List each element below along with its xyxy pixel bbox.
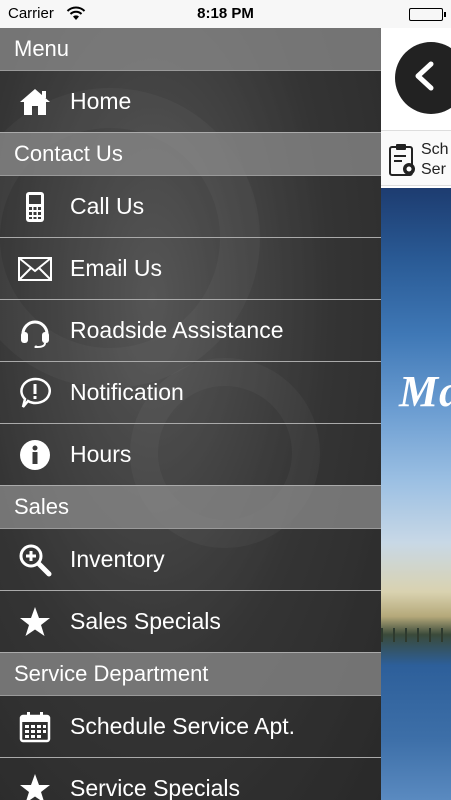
- section-header-contact-us: Contact Us: [0, 133, 381, 176]
- alert-bubble-icon: [0, 377, 70, 409]
- drawer-item-label: Sales Specials: [70, 608, 221, 634]
- drawer-item-hours[interactable]: Hours: [0, 424, 381, 486]
- envelope-icon: [0, 256, 70, 281]
- info-icon: [0, 439, 70, 471]
- hero-brand-text: Ma: [399, 367, 451, 416]
- home-icon: [0, 87, 70, 117]
- drawer-item-notification[interactable]: Notification: [0, 362, 381, 424]
- star-icon: [0, 606, 70, 638]
- drawer-item-call-us[interactable]: Call Us: [0, 176, 381, 238]
- chevron-left-icon: [413, 61, 435, 96]
- clipboard-gear-icon: [387, 143, 417, 182]
- schedule-service-shortcut[interactable]: Sch Ser: [381, 130, 451, 186]
- drawer-item-label: Hours: [70, 441, 132, 467]
- drawer-item-schedule-service[interactable]: Schedule Service Apt.: [0, 696, 381, 758]
- drawer-item-service-specials[interactable]: Service Specials: [0, 758, 381, 800]
- drawer-item-label: Service Specials: [70, 775, 241, 800]
- drawer-item-home[interactable]: Home: [0, 71, 381, 133]
- hero-banner: Ma: [381, 188, 451, 800]
- back-button[interactable]: [395, 42, 451, 114]
- status-bar: Carrier 8:18 PM: [0, 0, 451, 28]
- drawer-item-label: Roadside Assistance: [70, 317, 284, 343]
- drawer-item-roadside-assistance[interactable]: Roadside Assistance: [0, 300, 381, 362]
- drawer-item-inventory[interactable]: Inventory: [0, 529, 381, 591]
- headset-icon: [0, 314, 70, 348]
- magnifier-plus-icon: [0, 543, 70, 577]
- main-content-peek: Sch Ser Ma: [381, 28, 451, 800]
- drawer-item-sales-specials[interactable]: Sales Specials: [0, 591, 381, 653]
- section-header-menu: Menu: [0, 28, 381, 71]
- drawer-item-label: Call Us: [70, 193, 145, 219]
- drawer-item-label: Inventory: [70, 546, 165, 572]
- hero-fence-decoration: [381, 628, 451, 642]
- clock: 8:18 PM: [197, 5, 254, 22]
- drawer-item-label: Schedule Service Apt.: [70, 713, 296, 739]
- section-header-service-department: Service Department: [0, 653, 381, 696]
- drawer-item-label: Home: [70, 88, 132, 114]
- drawer-item-label: Notification: [70, 379, 184, 405]
- battery-icon: [409, 8, 446, 21]
- star-icon: [0, 773, 70, 800]
- schedule-shortcut-line1: Sch: [421, 141, 449, 158]
- drawer-item-label: Email Us: [70, 255, 163, 281]
- calendar-icon: [0, 711, 70, 743]
- phone-icon: [0, 191, 70, 223]
- side-drawer: Menu Home Contact Us Call Us Email Us Ro…: [0, 28, 381, 800]
- section-header-sales: Sales: [0, 486, 381, 529]
- drawer-item-email-us[interactable]: Email Us: [0, 238, 381, 300]
- schedule-shortcut-line2: Ser: [421, 161, 446, 178]
